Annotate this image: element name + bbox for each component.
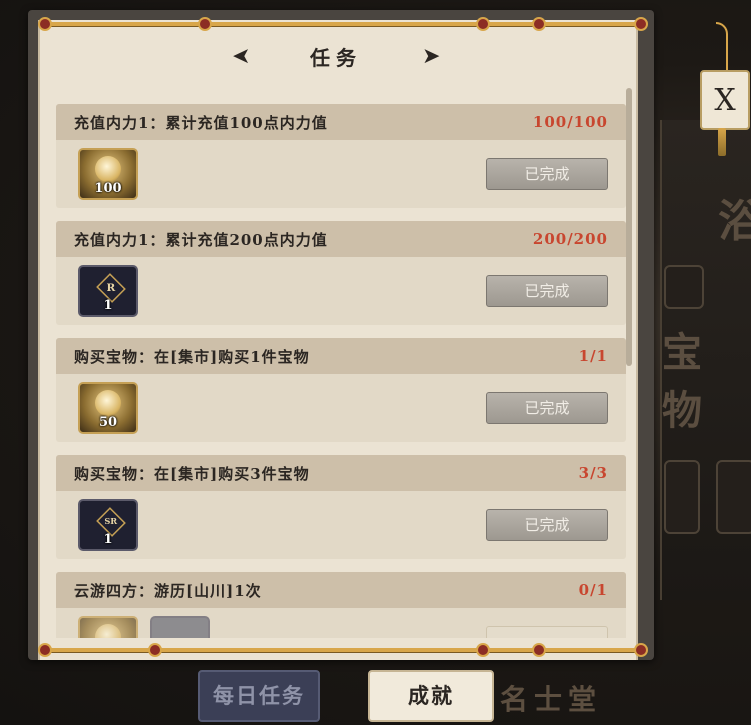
task-progress: 1/1 — [578, 347, 608, 365]
coin-image — [95, 156, 121, 182]
rod-knob — [198, 17, 212, 31]
rod-knob — [532, 643, 546, 657]
tab-daily-tasks[interactable]: 每日任务 — [198, 670, 320, 722]
rod-knob — [634, 17, 648, 31]
rod-knob — [38, 17, 52, 31]
rod-knob — [634, 643, 648, 657]
title-bar: ➤ 任务 ➤ — [38, 36, 634, 76]
task-action-button[interactable] — [486, 626, 608, 638]
close-icon: X — [714, 82, 736, 118]
reward-count: 100 — [94, 181, 122, 196]
background-frame — [716, 460, 751, 534]
task-header: 购买宝物：在[集市]购买1件宝物 1/1 — [56, 338, 626, 374]
scroll-rod-bottom — [42, 648, 642, 652]
close-button[interactable]: X — [700, 70, 750, 130]
reward-list: 50 — [78, 382, 138, 434]
gold-coin-icon[interactable]: 100 — [78, 148, 138, 200]
rod-knob — [476, 643, 490, 657]
r-rank-ticket-icon[interactable]: R 1 — [78, 265, 138, 317]
reward-list — [78, 616, 210, 638]
rod-knob — [38, 643, 52, 657]
task-name: 云游四方：游历[山川]1次 — [74, 581, 262, 600]
task-header: 充值内力1：累计充值100点内力值 100/100 — [56, 104, 626, 140]
task-progress: 0/1 — [578, 581, 608, 599]
rod-knob — [476, 17, 490, 31]
page-title: 任务 — [310, 45, 362, 70]
task-card: 购买宝物：在[集市]购买3件宝物 3/3 SR 1 已完成 — [56, 455, 626, 559]
prev-arrow-icon[interactable]: ➤ — [232, 44, 250, 69]
background-frame — [664, 265, 704, 309]
reward-list: R 1 — [78, 265, 138, 317]
task-progress: 3/3 — [578, 464, 608, 482]
background-glyph: 名士堂 — [500, 683, 603, 716]
task-card: 充值内力1：累计充值200点内力值 200/200 R 1 已完成 — [56, 221, 626, 325]
task-card: 云游四方：游历[山川]1次 0/1 — [56, 572, 626, 638]
task-name: 购买宝物：在[集市]购买3件宝物 — [74, 464, 310, 483]
gold-coin-icon[interactable] — [78, 616, 138, 638]
task-card: 充值内力1：累计充值100点内力值 100/100 100 已完成 — [56, 104, 626, 208]
gold-coin-icon[interactable]: 50 — [78, 382, 138, 434]
task-header: 充值内力1：累计充值200点内力值 200/200 — [56, 221, 626, 257]
completed-button[interactable]: 已完成 — [486, 392, 608, 424]
task-progress: 200/200 — [532, 230, 608, 248]
task-header: 云游四方：游历[山川]1次 0/1 — [56, 572, 626, 608]
task-name: 充值内力1：累计充值200点内力值 — [74, 230, 328, 249]
coin-image — [95, 624, 121, 638]
background-glyph: 宝 物 — [662, 329, 702, 434]
task-list[interactable]: 充值内力1：累计充值100点内力值 100/100 100 已完成 充值内力1：… — [56, 104, 626, 638]
tab-achievements[interactable]: 成就 — [368, 670, 494, 722]
background-glyph: 浴 — [718, 196, 751, 247]
close-string — [716, 22, 728, 72]
task-name: 充值内力1：累计充值100点内力值 — [74, 113, 328, 132]
rank-ticket-icon[interactable] — [150, 616, 210, 638]
rod-knob — [532, 17, 546, 31]
sr-rank-ticket-icon[interactable]: SR 1 — [78, 499, 138, 551]
completed-button[interactable]: 已完成 — [486, 509, 608, 541]
next-arrow-icon[interactable]: ➤ — [422, 44, 440, 69]
task-progress: 100/100 — [532, 113, 608, 131]
reward-list: SR 1 — [78, 499, 138, 551]
completed-button[interactable]: 已完成 — [486, 158, 608, 190]
scroll-rod-top — [42, 22, 642, 26]
coin-image — [95, 390, 121, 416]
background-frame — [664, 460, 700, 534]
completed-button[interactable]: 已完成 — [486, 275, 608, 307]
rod-knob — [148, 643, 162, 657]
reward-count: 1 — [103, 298, 113, 313]
reward-count: 1 — [103, 532, 113, 547]
task-card: 购买宝物：在[集市]购买1件宝物 1/1 50 已完成 — [56, 338, 626, 442]
rank-label: SR — [104, 516, 118, 527]
reward-list: 100 — [78, 148, 138, 200]
rank-label: R — [106, 281, 116, 294]
close-tassel — [718, 128, 726, 156]
task-name: 购买宝物：在[集市]购买1件宝物 — [74, 347, 310, 366]
reward-count: 50 — [98, 415, 118, 430]
task-header: 购买宝物：在[集市]购买3件宝物 3/3 — [56, 455, 626, 491]
scrollbar[interactable] — [626, 88, 632, 366]
